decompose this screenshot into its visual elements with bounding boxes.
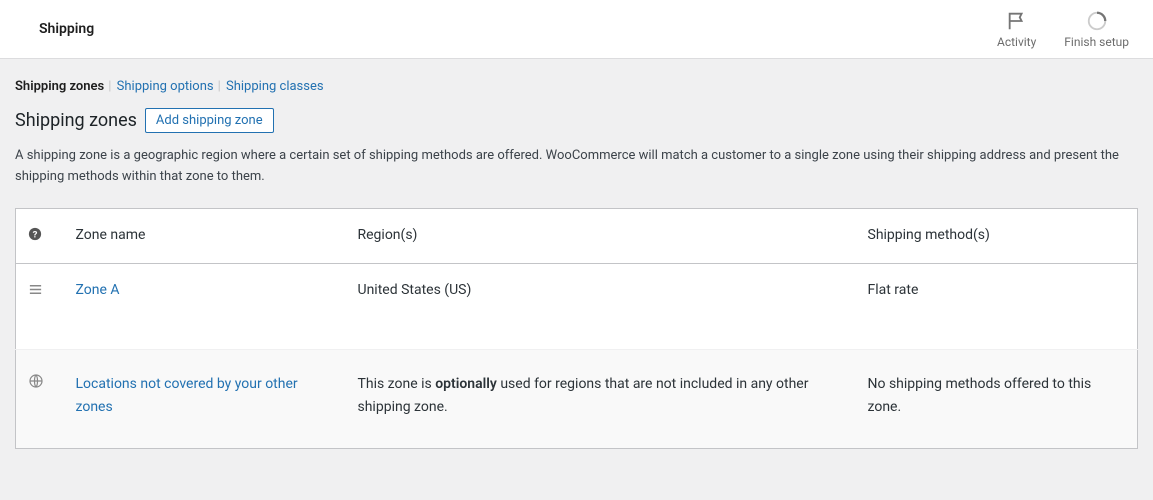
page-header-title: Shipping [24, 21, 94, 37]
tab-shipping-zones[interactable]: Shipping zones [15, 79, 104, 94]
fallback-name-cell: Locations not covered by your other zone… [64, 349, 346, 449]
fallback-region-strong: optionally [435, 376, 497, 392]
activity-label: Activity [997, 35, 1036, 49]
content-area: Shipping zones| Shipping options| Shippi… [0, 59, 1153, 469]
finish-setup-button[interactable]: Finish setup [1064, 10, 1129, 49]
tab-separator: | [214, 79, 223, 94]
fallback-region-cell: This zone is optionally used for regions… [346, 349, 856, 449]
header-actions: Activity Finish setup [997, 10, 1129, 49]
table-header-methods: Shipping method(s) [856, 208, 1138, 263]
row-zone-name-cell: Zone A [64, 263, 346, 349]
tab-separator: | [104, 79, 113, 94]
fallback-icon-cell [16, 349, 64, 449]
progress-circle-icon [1086, 10, 1108, 32]
table-header-name: Zone name [64, 208, 346, 263]
fallback-region-pre: This zone is [358, 376, 436, 392]
row-region-cell: United States (US) [346, 263, 856, 349]
subtabs: Shipping zones| Shipping options| Shippi… [15, 79, 1138, 94]
add-shipping-zone-button[interactable]: Add shipping zone [145, 108, 274, 133]
tab-shipping-options[interactable]: Shipping options [117, 79, 214, 94]
header-bar: Shipping Activity Finish setup [0, 0, 1153, 59]
drag-handle-icon[interactable] [28, 282, 43, 297]
activity-button[interactable]: Activity [997, 10, 1036, 49]
page-description: A shipping zone is a geographic region w… [15, 146, 1138, 188]
flag-icon [1006, 10, 1028, 32]
table-row: Zone A United States (US) Flat rate [16, 263, 1138, 349]
title-row: Shipping zones Add shipping zone [15, 108, 1138, 133]
svg-text:?: ? [33, 229, 38, 240]
fallback-method-cell: No shipping methods offered to this zone… [856, 349, 1138, 449]
help-icon[interactable]: ? [28, 227, 42, 241]
zone-link[interactable]: Zone A [76, 282, 120, 298]
globe-icon [28, 373, 44, 389]
fallback-zone-link[interactable]: Locations not covered by your other zone… [76, 376, 298, 416]
finish-setup-label: Finish setup [1064, 35, 1129, 49]
shipping-zones-table: ? Zone name Region(s) Shipping method(s)… [15, 208, 1138, 450]
table-header-help: ? [16, 208, 64, 263]
table-header-regions: Region(s) [346, 208, 856, 263]
tab-shipping-classes[interactable]: Shipping classes [226, 79, 324, 94]
table-row-fallback: Locations not covered by your other zone… [16, 349, 1138, 449]
page-title: Shipping zones [15, 110, 137, 131]
row-method-cell: Flat rate [856, 263, 1138, 349]
row-drag-cell [16, 263, 64, 349]
table-header-row: ? Zone name Region(s) Shipping method(s) [16, 208, 1138, 263]
